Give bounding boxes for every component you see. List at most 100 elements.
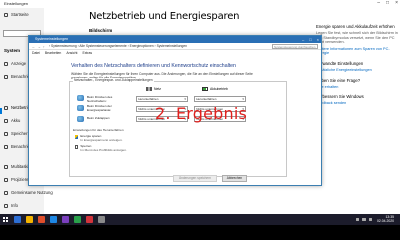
dialog-heading: Verhalten des Netzschalters definieren u… [71,63,236,69]
sidebar-item-home[interactable]: Startseite [4,12,29,17]
clock-date: 02.04.2020 [377,218,394,223]
related-link[interactable]: Hilfe erhalten [316,85,398,90]
back-icon[interactable]: ← [32,45,36,49]
battery-tray-icon[interactable] [368,217,372,221]
plug-icon [146,87,152,91]
clock[interactable]: 13:35 02.04.2020 [377,215,394,223]
related-heading: Energie sparen und Akkulaufzeit erhöhen [316,24,395,29]
forward-icon[interactable]: → [38,45,42,49]
breadcrumb[interactable]: › Systemsteuerung › Alle Systemsteuerung… [49,44,187,48]
lock-checkbox[interactable] [75,145,79,149]
minimize-icon[interactable]: – [302,37,304,42]
column-label: Netz [154,87,161,91]
mail-icon[interactable] [50,216,57,223]
projector-icon [4,177,8,182]
window-controls: – □ × [377,0,398,6]
sleep-checkbox-row[interactable]: Energie sparen In Energiesparmenü anzeig… [75,134,123,142]
related-link[interactable]: Feedback senden [316,101,398,106]
cancel-button[interactable]: Abbrechen [222,175,247,182]
app-icon[interactable] [74,216,81,223]
sidebar-item-label: Akku [11,118,21,123]
sidebar-item-storage[interactable]: Speicher [4,131,28,136]
power-button-battery-select[interactable]: Herunterfahren [194,96,246,102]
start-button[interactable] [3,217,8,222]
volume-icon[interactable] [362,217,366,221]
power-icon [4,105,8,110]
settings-titlebar: Einstellungen – □ × [0,0,400,8]
monitor-icon [4,61,8,66]
column-label: Akkubetrieb [210,87,228,91]
sidebar-item-label: Startseite [11,12,29,17]
sidebar-item-label: Speicher [11,131,28,136]
page-subtitle: Bildschirm [89,28,113,33]
lid-icon [77,116,84,122]
maximize-icon[interactable]: □ [309,37,311,42]
annotation-overlay: 2. Ergebnis [155,104,248,123]
related-heading: Verbessern Sie Windows [316,94,364,100]
sidebar-item-display[interactable]: Anzeige [4,61,26,66]
app-icon[interactable] [86,216,93,223]
checkbox-sublabel: In Energiesparmenü anzeigen. [80,137,123,142]
power-button-plugged-select[interactable]: Herunterfahren [136,96,188,102]
related-text: Legen Sie fest, wie schnell sich der Bil… [316,31,398,45]
close-icon[interactable]: × [317,37,319,42]
taskbar: 13:35 02.04.2020 [0,214,400,225]
menu-item-edit[interactable]: Bearbeiten [45,51,61,55]
multitask-icon [4,164,8,169]
battery-icon [202,87,208,91]
sidebar-section-title: System [4,48,21,53]
search-icon[interactable] [14,216,21,223]
dialog-titlebar: Systemeinstellungen – □ × [29,36,321,43]
sidebar-item-sharing[interactable]: Gemeinsame Nutzung [4,190,53,195]
message-icon [4,74,8,79]
settings-window-title: Einstellungen [4,1,29,6]
group-label: Netzschalter-, Energiespar- und Zuklappe… [73,78,154,82]
sidebar-item-label: Anzeige [11,61,27,66]
sidebar-item-label: Gemeinsame Nutzung [11,190,53,195]
home-icon [4,12,8,17]
sleep-button-icon [77,105,84,111]
sidebar-item-label: Info [11,203,18,208]
nav-buttons: ← → ↑ [32,45,45,49]
close-icon[interactable]: × [395,0,398,6]
file-explorer-icon[interactable] [26,216,33,223]
menu-item-tools[interactable]: Extras [82,51,92,55]
menu-item-view[interactable]: Ansicht [66,51,77,55]
power-button-icon [77,95,84,101]
sidebar-item-projecting[interactable]: Projizieren [4,177,31,182]
row-label: Beim Zuklappen: [87,116,111,120]
browser-icon[interactable] [38,216,45,223]
save-changes-button[interactable]: Änderungen speichern [173,175,217,182]
checkbox-sublabel: Im Menü des Profilbilds anzeigen. [80,147,127,152]
dialog-title: Systemeinstellungen [35,37,69,42]
menu-item-file[interactable]: Datei [32,51,40,55]
sidebar-item-battery[interactable]: Akku [4,118,20,123]
row-label: Beim Drücken des Netzschalters: [87,95,113,103]
dialog-window-controls: – □ × [302,37,319,42]
system-tray [355,217,372,221]
sidebar-item-info[interactable]: Info [4,203,18,208]
page-title: Netzbetrieb und Energiesparen [89,11,240,22]
share-icon [4,190,8,195]
up-icon[interactable]: ↑ [43,45,45,49]
related-heading: Verwandte Einstellungen [316,60,364,66]
app-icon[interactable] [62,216,69,223]
settings-icon[interactable] [98,216,105,223]
sleep-checkbox[interactable] [75,135,79,139]
bell-icon [4,144,8,149]
column-header-plugged: Netz [146,87,161,91]
related-link[interactable]: Zusätzliche Energieeinstellungen [316,68,398,73]
search-input[interactable]: Systemsteuerung durchsuchen [272,44,318,49]
maximize-icon[interactable]: □ [386,0,389,6]
lock-checkbox-row[interactable]: Sperren Im Menü des Profilbilds anzeigen… [75,144,127,152]
minimize-icon[interactable]: – [377,0,380,6]
address-bar: ← → ↑ › Systemsteuerung › Alle Systemste… [29,43,321,50]
network-icon[interactable] [355,217,359,221]
column-header-battery: Akkubetrieb [202,87,228,91]
battery-icon [4,118,8,123]
related-heading: Haben Sie eine Frage? [316,77,361,83]
related-link[interactable]: Weitere Informationen zum Sparen von PC-… [316,47,398,56]
shutdown-settings-label: Einstellungen für das Herunterfahren [73,128,124,132]
info-icon [4,203,8,208]
menu-bar: Datei Bearbeiten Ansicht Extras [32,51,92,55]
